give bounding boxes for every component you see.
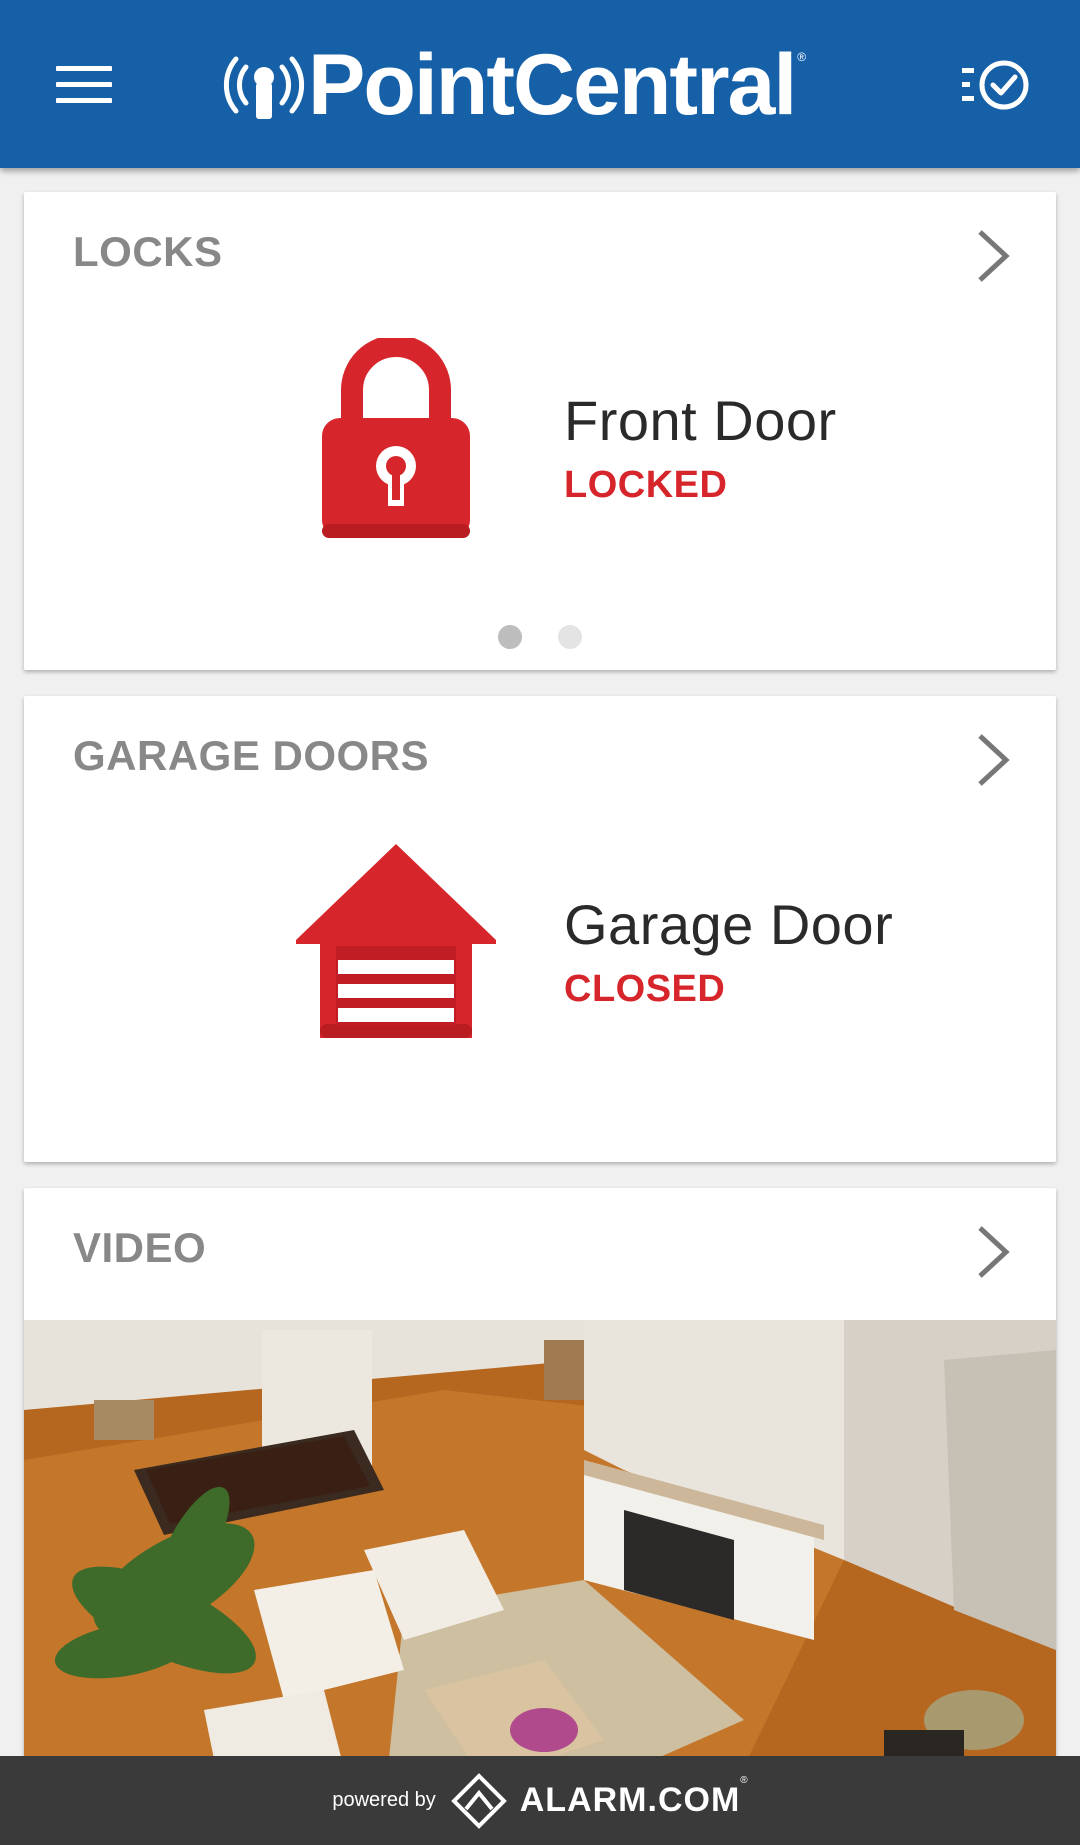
pager-dot-active[interactable] bbox=[498, 625, 522, 649]
powered-by-label: powered by bbox=[332, 1789, 436, 1811]
partner-registered-mark: ® bbox=[740, 1774, 748, 1786]
locks-card[interactable]: LOCKS Front Door LOCKED bbox=[24, 192, 1056, 670]
chevron-right-icon[interactable] bbox=[974, 1224, 1014, 1280]
camera-feed-thumbnail[interactable] bbox=[24, 1320, 1056, 1808]
brand-name: PointCentral bbox=[308, 37, 797, 133]
video-card[interactable]: VIDEO bbox=[24, 1188, 1056, 1808]
signal-icon bbox=[223, 56, 305, 119]
padlock-icon[interactable] bbox=[322, 335, 470, 538]
task-list-check-icon[interactable] bbox=[956, 52, 1036, 118]
menu-icon[interactable] bbox=[40, 46, 128, 122]
app-bar: PointCentral ® bbox=[0, 0, 1080, 168]
garage-device-name: Garage Door bbox=[564, 893, 894, 956]
lock-status: LOCKED bbox=[564, 464, 728, 506]
chevron-right-icon[interactable] bbox=[974, 732, 1014, 788]
pointcentral-logo: PointCentral ® bbox=[222, 40, 862, 130]
partner-name: ALARM.COM bbox=[519, 1781, 741, 1819]
powered-by-footer: powered by ALARM.COM ® bbox=[0, 1756, 1080, 1845]
garage-doors-card[interactable]: GARAGE DOORS Garage Door CLOSED bbox=[24, 696, 1056, 1162]
alarm-com-logo: ALARM.COM ® bbox=[446, 1771, 748, 1831]
lock-device-name: Front Door bbox=[564, 389, 837, 452]
garage-status: CLOSED bbox=[564, 968, 726, 1010]
video-card-title: VIDEO bbox=[73, 1224, 207, 1271]
chevron-right-icon[interactable] bbox=[974, 228, 1014, 284]
registered-mark: ® bbox=[797, 50, 807, 64]
pager-dot[interactable] bbox=[558, 625, 582, 649]
garage-card-title: GARAGE DOORS bbox=[73, 732, 430, 779]
garage-door-icon[interactable] bbox=[296, 844, 496, 1038]
pager-dots bbox=[24, 625, 1056, 651]
alarm-house-icon bbox=[450, 1772, 507, 1829]
locks-card-title: LOCKS bbox=[73, 228, 223, 275]
